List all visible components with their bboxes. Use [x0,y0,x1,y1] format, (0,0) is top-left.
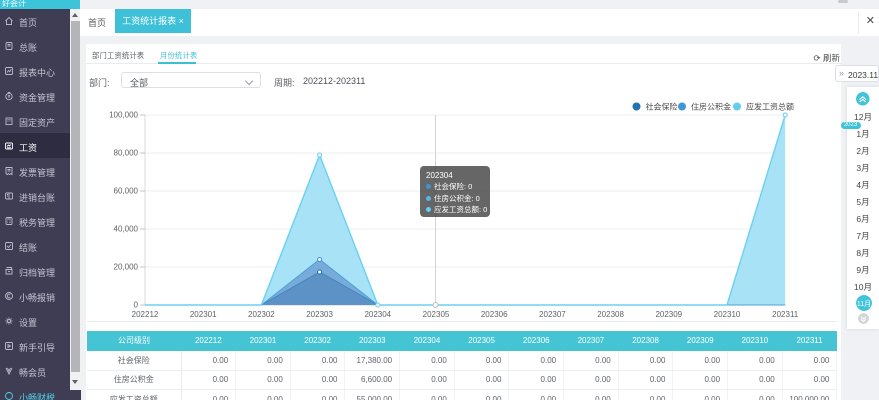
svg-text:100,000: 100,000 [109,111,138,120]
svg-text:202306: 202306 [481,310,508,319]
svg-text:202302: 202302 [248,310,275,319]
svg-text:202311: 202311 [772,310,799,319]
svg-text:202304: 202304 [364,310,391,319]
svg-text:60,000: 60,000 [114,187,139,196]
svg-text:40,000: 40,000 [114,225,139,234]
svg-text:202310: 202310 [714,310,741,319]
svg-text:202307: 202307 [539,310,566,319]
svg-text:80,000: 80,000 [114,149,139,158]
svg-text:202212: 202212 [132,310,159,319]
svg-text:社会保险: 社会保险 [646,102,678,112]
svg-text:202303: 202303 [306,310,333,319]
svg-text:0: 0 [134,301,139,310]
svg-text:202308: 202308 [597,310,624,319]
svg-text:202309: 202309 [655,310,682,319]
svg-text:202301: 202301 [190,310,217,319]
svg-text:住房公积金: 住房公积金 [691,102,731,112]
svg-text:应发工资总额: 应发工资总额 [746,102,794,112]
svg-text:20,000: 20,000 [114,263,139,272]
svg-text:202305: 202305 [423,310,450,319]
svg-text:11月: 11月 [856,300,870,308]
